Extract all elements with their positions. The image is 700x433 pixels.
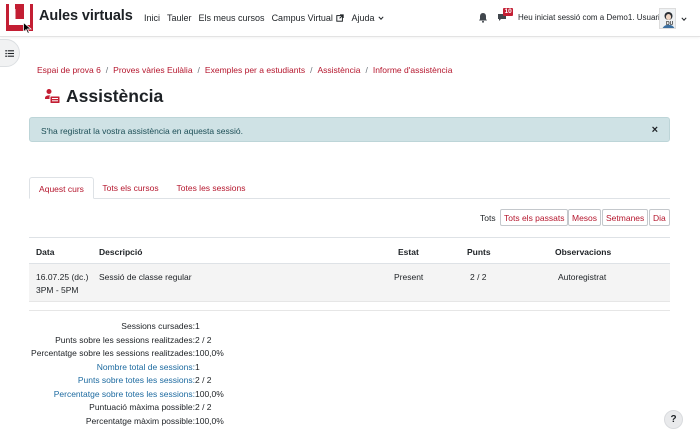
table-row: 16.07.25 (dc.) 3PM - 5PM Sessió de class… (29, 264, 670, 302)
help-icon[interactable]: ? (664, 410, 683, 429)
summary-label: Punts sobre totes les sessions: (77, 375, 195, 385)
course-index-toggle-button[interactable] (0, 39, 20, 67)
filter-day-button[interactable]: Dia (649, 209, 670, 226)
attendance-summary: Sessions cursades: 1 Punts sobre les ses… (0, 321, 300, 429)
top-navbar: Aules virtuals Inici Tauler Els meus cur… (0, 0, 700, 37)
bell-icon[interactable] (478, 12, 488, 23)
summary-value: 2 / 2 (195, 334, 212, 345)
report-tabs: Aquest curs Tots els cursos Totes les se… (29, 177, 670, 199)
nav-link-els-meus-cursos[interactable]: Els meus cursos (199, 13, 265, 23)
column-header-remarks: Observacions (555, 247, 612, 257)
tab-totes-les-sessions[interactable]: Totes les sessions (168, 177, 254, 199)
breadcrumb-item[interactable]: Proves vàries Eulàlia (113, 65, 192, 75)
nav-link-ajuda-label: Ajuda (351, 13, 375, 23)
summary-row: Sessions cursades: 1 (0, 321, 300, 335)
attendance-table: Data Descripció Estat Punts Observacions… (29, 237, 670, 302)
summary-label: Punts sobre les sessions realitzades: (55, 334, 195, 345)
breadcrumb-separator: / (310, 65, 313, 75)
primary-navigation: Inici Tauler Els meus cursos Campus Virt… (144, 13, 391, 23)
summary-value: 100,0% (195, 388, 224, 399)
list-icon (4, 49, 14, 57)
filter-months-button[interactable]: Mesos (568, 209, 602, 226)
summary-row: Puntuació màxima possible: 2 / 2 (0, 402, 300, 416)
summary-row: Percentatge sobre totes les sessions: 10… (0, 389, 300, 403)
breadcrumb: Espai de prova 6 / Proves vàries Eulàlia… (37, 65, 452, 75)
filter-all-past-button[interactable]: Tots els passats (500, 209, 569, 226)
external-link-icon (336, 14, 345, 22)
column-header-status: Estat (398, 247, 419, 257)
summary-value: 1 (195, 321, 200, 331)
summary-value: 100,0% (195, 348, 224, 358)
brand-name[interactable]: Aules virtuals (39, 8, 133, 24)
tab-aquest-curs[interactable]: Aquest curs (29, 177, 94, 199)
filter-all-label[interactable]: Tots (480, 213, 496, 223)
summary-value: 100,0% (195, 415, 224, 426)
breadcrumb-separator: / (105, 65, 109, 75)
summary-label: Puntuació màxima possible: (89, 402, 195, 412)
cell-status: Present (394, 272, 424, 282)
summary-label: Percentatge sobre les sessions realitzad… (31, 348, 195, 358)
breadcrumb-item[interactable]: Exemples per a estudiants (205, 65, 305, 75)
summary-row: Nombre total de sessions: 1 (0, 362, 300, 376)
nav-link-inici[interactable]: Inici (144, 13, 160, 23)
breadcrumb-item[interactable]: Espai de prova 6 (37, 65, 101, 75)
logged-in-user-text[interactable]: Heu iniciat sessió com a Demo1. Usuari (518, 13, 660, 22)
summary-label: Percentatge sobre totes les sessions: (53, 388, 195, 399)
column-header-points: Punts (467, 247, 491, 257)
summary-value: 1 (195, 361, 200, 372)
summary-value: 2 / 2 (195, 375, 212, 385)
page-title: Assistència (66, 86, 164, 106)
nav-link-campus-virtual-label: Campus Virtual (271, 13, 333, 23)
summary-label: Nombre total de sessions: (96, 361, 195, 372)
alert-message: S'ha registrat la vostra assistència en … (41, 126, 243, 136)
nav-link-ajuda[interactable]: Ajuda (351, 13, 384, 23)
mouse-cursor-icon (23, 22, 32, 34)
summary-value: 2 / 2 (195, 402, 212, 412)
cell-description: Sessió de classe regular (99, 272, 192, 282)
filter-weeks-button[interactable]: Setmanes (602, 209, 649, 226)
summary-row: Punts sobre les sessions realitzades: 2 … (0, 335, 300, 349)
cell-points: 2 / 2 (470, 272, 487, 282)
summary-row: Percentatge sobre les sessions realitzad… (0, 348, 300, 362)
cell-time: 3PM - 5PM (36, 285, 79, 295)
tab-tots-els-cursos[interactable]: Tots els cursos (95, 177, 166, 199)
summary-row: Percentatge màxim possible: 100,0% (0, 416, 300, 430)
breadcrumb-item[interactable]: Informe d'assistència (373, 65, 453, 75)
column-header-description: Descripció (99, 247, 143, 257)
success-alert: S'ha registrat la vostra assistència en … (29, 117, 670, 142)
table-divider (29, 310, 670, 311)
cell-remarks: Autoregistrat (558, 272, 607, 282)
avatar-initials: DU (666, 21, 674, 27)
chevron-down-icon (378, 16, 384, 20)
summary-label: Percentatge màxim possible: (85, 415, 195, 426)
message-count-badge: 10 (503, 8, 514, 16)
summary-row: Punts sobre totes les sessions: 2 / 2 (0, 375, 300, 389)
cell-date: 16.07.25 (dc.) (36, 272, 89, 282)
nav-link-campus-virtual[interactable]: Campus Virtual (272, 13, 345, 23)
breadcrumb-separator: / (365, 65, 368, 75)
attendance-icon (45, 89, 61, 104)
table-header: Data Descripció Estat Punts Observacions (29, 237, 670, 264)
summary-label: Sessions cursades: (121, 321, 195, 331)
close-icon[interactable]: × (652, 124, 658, 136)
nav-link-tauler[interactable]: Tauler (167, 13, 192, 23)
breadcrumb-item[interactable]: Assistència (317, 65, 360, 75)
column-header-date: Data (36, 247, 55, 257)
user-menu-chevron-icon[interactable] (681, 16, 687, 22)
breadcrumb-separator: / (197, 65, 200, 75)
